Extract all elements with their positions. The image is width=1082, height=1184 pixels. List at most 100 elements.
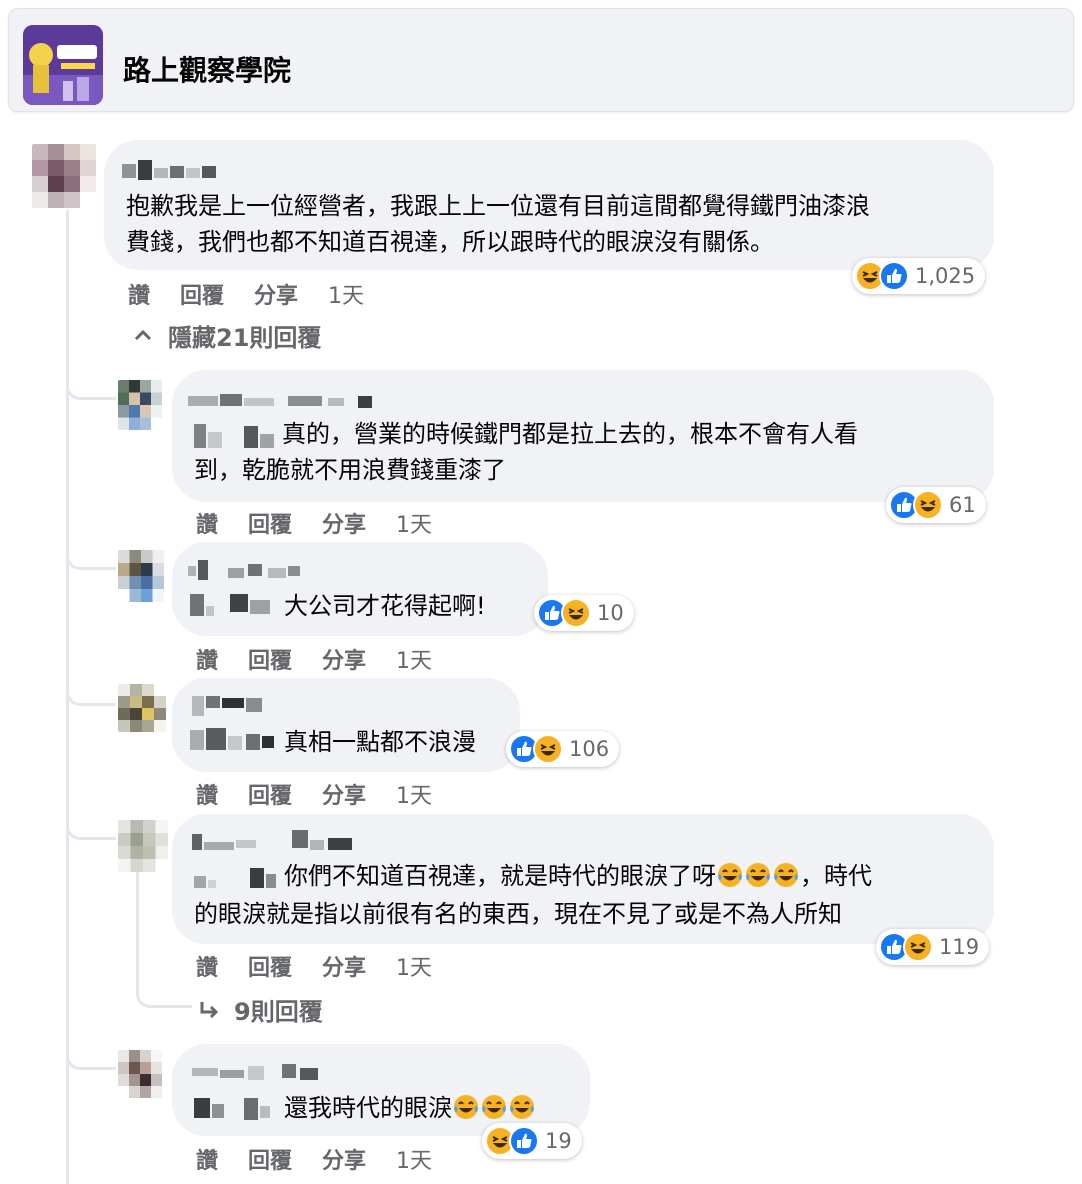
hide-replies-label: 隱藏21則回覆 bbox=[168, 324, 322, 352]
hide-replies-toggle[interactable]: 隱藏21則回覆 bbox=[132, 318, 321, 353]
avatar[interactable] bbox=[118, 684, 166, 732]
like-button[interactable]: 讚 bbox=[196, 950, 218, 982]
like-button[interactable]: 讚 bbox=[128, 278, 150, 310]
author-name-blurred[interactable] bbox=[192, 826, 362, 856]
thread-hook bbox=[66, 1000, 116, 1070]
like-button[interactable]: 讚 bbox=[196, 643, 218, 675]
author-name-blurred[interactable] bbox=[122, 158, 222, 186]
share-button[interactable]: 分享 bbox=[254, 278, 298, 310]
like-button[interactable]: 讚 bbox=[196, 507, 218, 539]
author-name-blurred[interactable] bbox=[194, 864, 284, 894]
reply-button[interactable]: 回覆 bbox=[248, 1143, 292, 1175]
tears-of-joy-emoji bbox=[454, 1095, 478, 1119]
comment-actions: 讚 回覆 分享 1天 bbox=[196, 950, 462, 982]
reaction-count: 1,025 bbox=[915, 264, 976, 288]
comment-bubble: 你們不知道百視達，就是時代的眼淚了呀 ，時代 的眼淚就是指以前很有名的東西，現在不… bbox=[172, 814, 994, 944]
author-name-blurred[interactable] bbox=[188, 556, 308, 586]
reply-button[interactable]: 回覆 bbox=[248, 643, 292, 675]
thread-hook bbox=[136, 960, 192, 1008]
comment-bubble: 大公司才花得起啊! bbox=[172, 542, 548, 636]
comment-text: 真的，營業的時候鐵門都是拉上去的，根本不會有人看 bbox=[282, 420, 858, 448]
reaction-summary[interactable]: 10 bbox=[534, 595, 634, 631]
comment-bubble: 真的，營業的時候鐵門都是拉上去的，根本不會有人看 到，乾脆就不用浪費錢重漆了 bbox=[172, 370, 994, 502]
reaction-summary[interactable]: 19 bbox=[482, 1123, 582, 1159]
share-button[interactable]: 分享 bbox=[322, 507, 366, 539]
timestamp[interactable]: 1天 bbox=[396, 1143, 432, 1175]
share-button[interactable]: 分享 bbox=[322, 950, 366, 982]
reply-button[interactable]: 回覆 bbox=[248, 778, 292, 810]
thread-hook bbox=[66, 640, 116, 706]
timestamp[interactable]: 1天 bbox=[396, 950, 432, 982]
comment-text: 到，乾脆就不用浪費錢重漆了 bbox=[194, 456, 506, 484]
timestamp[interactable]: 1天 bbox=[396, 643, 432, 675]
reaction-count: 61 bbox=[949, 493, 976, 517]
avatar[interactable] bbox=[118, 820, 168, 872]
like-icon bbox=[509, 1126, 539, 1156]
comment-actions: 讚 回覆 分享 1天 bbox=[196, 643, 462, 675]
comment-bubble: 抱歉我是上一位經營者，我跟上上一位還有目前這間都覺得鐵門油漆浪 費錢，我們也都不… bbox=[104, 140, 994, 270]
author-name-blurred[interactable] bbox=[192, 1058, 322, 1084]
reaction-summary[interactable]: 61 bbox=[886, 487, 986, 523]
author-name-blurred[interactable] bbox=[190, 724, 284, 754]
reaction-count: 119 bbox=[939, 935, 980, 959]
avatar[interactable] bbox=[118, 550, 164, 602]
reaction-summary[interactable]: 1,025 bbox=[852, 258, 986, 294]
tears-of-joy-emoji bbox=[482, 1095, 506, 1119]
haha-icon bbox=[561, 598, 591, 628]
page-name[interactable]: 路上觀察學院 bbox=[123, 49, 291, 89]
comment-text: 費錢，我們也都不知道百視達，所以跟時代的眼淚沒有關係。 bbox=[126, 228, 774, 256]
timestamp[interactable]: 1天 bbox=[396, 778, 432, 810]
tears-of-joy-emoji bbox=[510, 1095, 534, 1119]
author-name-blurred[interactable] bbox=[190, 590, 280, 620]
thread-hook bbox=[66, 510, 116, 570]
author-name-blurred[interactable] bbox=[194, 420, 280, 450]
thread-hook bbox=[66, 330, 116, 400]
timestamp[interactable]: 1天 bbox=[396, 507, 432, 539]
reaction-count: 10 bbox=[597, 601, 624, 625]
avatar[interactable] bbox=[32, 144, 96, 208]
comment-actions: 讚 回覆 分享 1天 bbox=[196, 507, 462, 539]
haha-icon bbox=[913, 490, 943, 520]
reaction-summary[interactable]: 106 bbox=[506, 731, 620, 767]
comment-text: 大公司才花得起啊! bbox=[284, 592, 486, 620]
avatar[interactable] bbox=[118, 380, 162, 430]
like-button[interactable]: 讚 bbox=[196, 1143, 218, 1175]
comment-text: 還我時代的眼淚 bbox=[284, 1090, 536, 1127]
timestamp[interactable]: 1天 bbox=[328, 278, 364, 310]
reply-arrow-icon bbox=[200, 1001, 219, 1018]
comment-actions: 讚 回覆 分享 1天 bbox=[128, 278, 394, 310]
comment-text-part: 還我時代的眼淚 bbox=[284, 1094, 452, 1122]
more-replies-label: 9則回覆 bbox=[234, 998, 323, 1026]
share-button[interactable]: 分享 bbox=[322, 1143, 366, 1175]
tears-of-joy-emoji bbox=[774, 863, 798, 887]
comment-text-part: 你們不知道百視達，就是時代的眼淚了呀 bbox=[284, 862, 716, 890]
reaction-summary[interactable]: 119 bbox=[876, 929, 990, 965]
reply-button[interactable]: 回覆 bbox=[180, 278, 224, 310]
comment-actions: 讚 回覆 分享 1天 bbox=[196, 1143, 462, 1175]
page-header: 路上觀察學院 bbox=[8, 8, 1074, 112]
reply-button[interactable]: 回覆 bbox=[248, 507, 292, 539]
thread-hook bbox=[66, 780, 116, 840]
reaction-count: 106 bbox=[569, 737, 610, 761]
author-name-blurred[interactable] bbox=[192, 690, 272, 720]
avatar[interactable] bbox=[118, 1050, 162, 1098]
page-logo[interactable] bbox=[23, 25, 103, 105]
tears-of-joy-emoji bbox=[746, 863, 770, 887]
comment-text: 抱歉我是上一位經營者，我跟上上一位還有目前這間都覺得鐵門油漆浪 bbox=[126, 192, 870, 220]
comment-text: 真相一點都不浪漫 bbox=[284, 728, 476, 756]
comment-text: 你們不知道百視達，就是時代的眼淚了呀 ，時代 bbox=[284, 858, 872, 895]
author-name-blurred[interactable] bbox=[194, 1094, 284, 1124]
tears-of-joy-emoji bbox=[718, 863, 742, 887]
like-icon bbox=[879, 261, 909, 291]
view-more-replies[interactable]: 9則回覆 bbox=[198, 992, 323, 1027]
haha-icon bbox=[903, 932, 933, 962]
like-button[interactable]: 讚 bbox=[196, 778, 218, 810]
author-name-blurred[interactable] bbox=[188, 388, 388, 412]
share-button[interactable]: 分享 bbox=[322, 643, 366, 675]
comment-text: 的眼淚就是指以前很有名的東西，現在不見了或是不為人所知 bbox=[194, 900, 842, 928]
comment-actions: 讚 回覆 分享 1天 bbox=[196, 778, 462, 810]
reply-button[interactable]: 回覆 bbox=[248, 950, 292, 982]
share-button[interactable]: 分享 bbox=[322, 778, 366, 810]
reaction-count: 19 bbox=[545, 1129, 572, 1153]
haha-icon bbox=[533, 734, 563, 764]
